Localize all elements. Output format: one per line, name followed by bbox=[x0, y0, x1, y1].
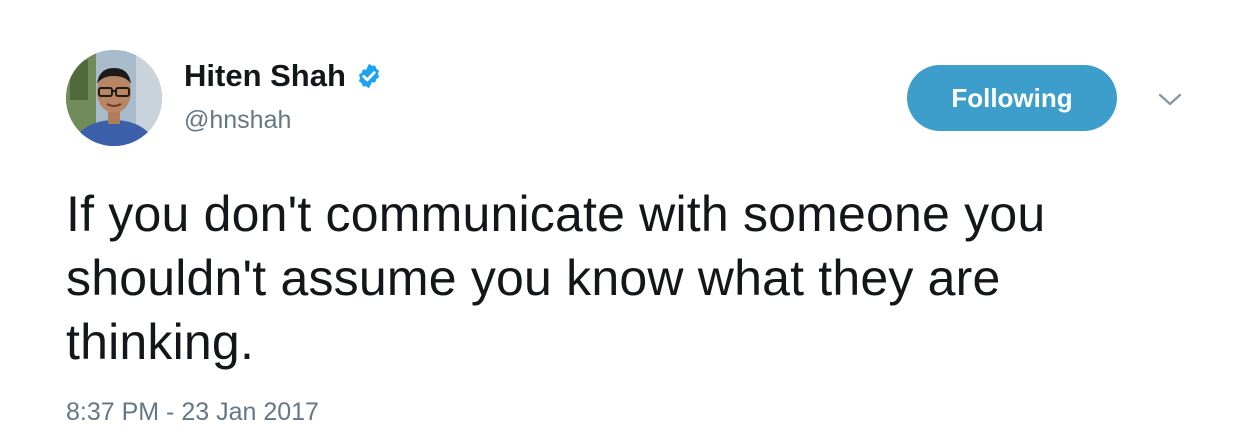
tweet-card: Hiten Shah @hnshah Following If you don'… bbox=[0, 0, 1248, 446]
tweet-timestamp[interactable]: 8:37 PM - 23 Jan 2017 bbox=[66, 396, 319, 428]
tweet-text: If you don't communicate with someone yo… bbox=[66, 186, 1046, 370]
author-name-row: Hiten Shah bbox=[184, 56, 383, 96]
avatar-image bbox=[66, 50, 162, 146]
following-button[interactable]: Following bbox=[907, 65, 1117, 131]
display-name[interactable]: Hiten Shah bbox=[184, 56, 346, 96]
verified-badge-icon bbox=[355, 62, 383, 90]
chevron-down-icon[interactable] bbox=[1156, 88, 1184, 110]
avatar[interactable] bbox=[66, 50, 162, 146]
user-handle[interactable]: @hnshah bbox=[184, 104, 291, 136]
